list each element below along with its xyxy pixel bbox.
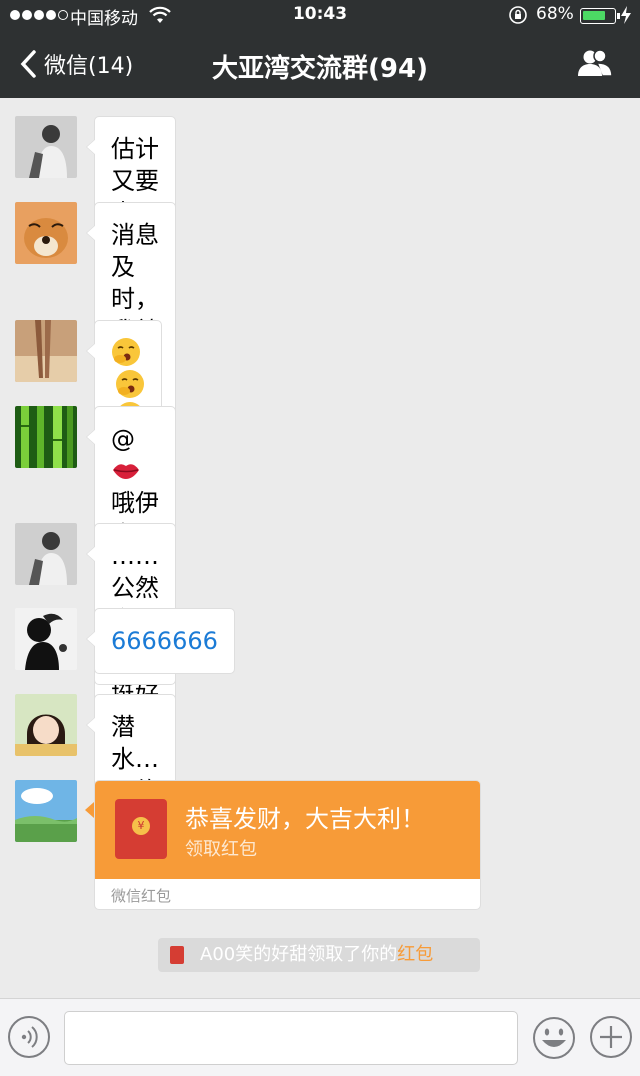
lips-emoji-icon — [113, 464, 139, 479]
red-packet-subtitle: 领取红包 — [185, 839, 257, 860]
status-bar: 中国移动 10:43 68% — [0, 0, 640, 30]
top-bar: 中国移动 10:43 68% 微信(14) 大亚湾交流群(94) — [0, 0, 640, 98]
avatar[interactable] — [15, 523, 77, 585]
yawning-face-emoji-icon — [112, 338, 140, 366]
avatar[interactable] — [15, 608, 77, 670]
plus-icon — [600, 1026, 622, 1048]
system-notice: A00笑的好甜领取了你的红包 — [158, 938, 480, 972]
red-packet-title: 恭喜发财，大吉大利！ — [185, 805, 425, 833]
nav-bar: 微信(14) 大亚湾交流群(94) — [0, 30, 640, 98]
plus-button[interactable] — [590, 1016, 632, 1058]
yawning-face-emoji-icon — [116, 370, 144, 398]
notice-text: A00笑的好甜领取了你的 — [200, 944, 398, 965]
red-envelope-icon — [170, 946, 184, 964]
avatar[interactable] — [15, 406, 77, 468]
avatar[interactable] — [15, 320, 77, 382]
red-packet-header: ¥ 恭喜发财，大吉大利！ 领取红包 — [95, 781, 480, 879]
avatar[interactable] — [15, 694, 77, 756]
avatar[interactable] — [15, 116, 77, 178]
avatar[interactable] — [15, 780, 77, 842]
input-bar — [0, 998, 640, 1076]
notice-link[interactable]: 红包 — [397, 944, 433, 965]
chat-title: 大亚湾交流群(94) — [212, 54, 428, 84]
battery-percent: 68% — [536, 4, 574, 24]
voice-button[interactable] — [8, 1016, 50, 1058]
mention-prefix: @ — [111, 425, 135, 453]
message-bubble[interactable]: 6666666 — [86, 608, 235, 674]
group-members-icon[interactable] — [576, 48, 614, 78]
charging-icon — [621, 6, 631, 24]
message-link-text[interactable]: 6666666 — [111, 627, 218, 655]
bubble-tail — [85, 802, 94, 818]
battery-icon — [580, 8, 620, 24]
red-packet-card[interactable]: ¥ 恭喜发财，大吉大利！ 领取红包 微信红包 — [94, 780, 481, 910]
red-packet-footer: 微信红包 — [111, 887, 172, 905]
avatar[interactable] — [15, 202, 77, 264]
red-envelope-icon: ¥ — [115, 799, 167, 859]
voice-icon — [21, 1026, 38, 1048]
emoji-icon[interactable] — [532, 1016, 576, 1060]
message-input[interactable] — [64, 1011, 518, 1065]
rotation-lock-icon — [509, 6, 527, 24]
